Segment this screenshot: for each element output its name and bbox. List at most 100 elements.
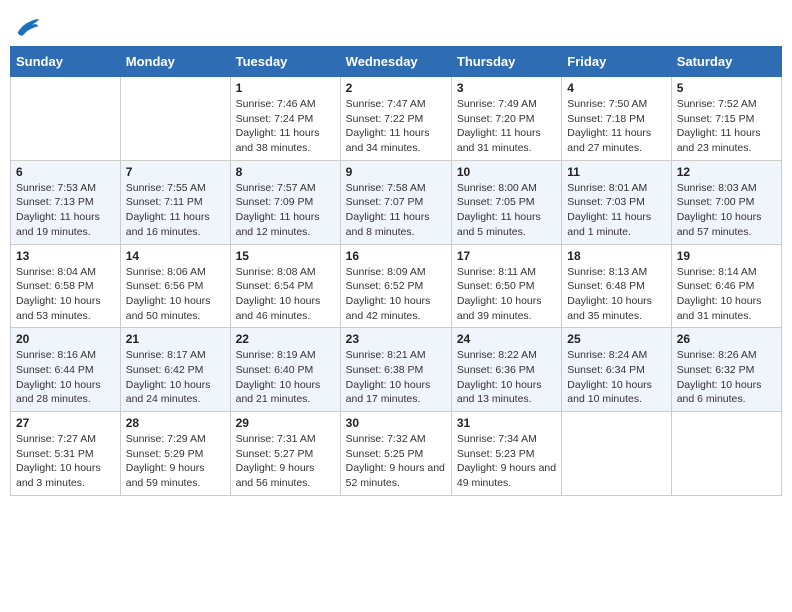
- day-info: Sunrise: 8:08 AM Sunset: 6:54 PM Dayligh…: [236, 265, 335, 324]
- day-info: Sunrise: 8:26 AM Sunset: 6:32 PM Dayligh…: [677, 348, 776, 407]
- day-number: 31: [457, 416, 556, 430]
- day-of-week-header: Saturday: [671, 47, 781, 77]
- day-number: 23: [346, 332, 446, 346]
- day-number: 30: [346, 416, 446, 430]
- day-number: 10: [457, 165, 556, 179]
- calendar-week-row: 20Sunrise: 8:16 AM Sunset: 6:44 PM Dayli…: [11, 328, 782, 412]
- day-number: 2: [346, 81, 446, 95]
- day-info: Sunrise: 7:53 AM Sunset: 7:13 PM Dayligh…: [16, 181, 115, 240]
- logo: [14, 16, 40, 38]
- day-number: 20: [16, 332, 115, 346]
- day-number: 24: [457, 332, 556, 346]
- calendar-day-cell: 6 Sunrise: 7:53 AM Sunset: 7:13 PM Daylig…: [11, 160, 121, 244]
- day-number: 22: [236, 332, 335, 346]
- day-info: Sunrise: 7:32 AM Sunset: 5:25 PM Dayligh…: [346, 432, 446, 491]
- calendar-day-cell: 8Sunrise: 7:57 AM Sunset: 7:09 PM Daylig…: [230, 160, 340, 244]
- calendar-day-cell: 21Sunrise: 8:17 AM Sunset: 6:42 PM Dayli…: [120, 328, 230, 412]
- day-number: 19: [677, 249, 776, 263]
- day-number: 12: [677, 165, 776, 179]
- calendar-day-cell: 5 Sunrise: 7:52 AM Sunset: 7:15 PM Daylig…: [671, 77, 781, 161]
- calendar-day-cell: [671, 412, 781, 496]
- day-number: 28: [126, 416, 225, 430]
- calendar-day-cell: 12 Sunrise: 8:03 AM Sunset: 7:00 PM Dayli…: [671, 160, 781, 244]
- day-number: 13: [16, 249, 115, 263]
- day-info: Sunrise: 8:09 AM Sunset: 6:52 PM Dayligh…: [346, 265, 446, 324]
- calendar-day-cell: [120, 77, 230, 161]
- day-number: 6: [16, 165, 115, 179]
- calendar-day-cell: [11, 77, 121, 161]
- calendar-day-cell: 19 Sunrise: 8:14 AM Sunset: 6:46 PM Dayli…: [671, 244, 781, 328]
- day-number: 8: [236, 165, 335, 179]
- calendar-day-cell: 11 Sunrise: 8:01 AM Sunset: 7:03 PM Dayli…: [562, 160, 671, 244]
- day-number: 9: [346, 165, 446, 179]
- day-info: Sunrise: 7:34 AM Sunset: 5:23 PM Dayligh…: [457, 432, 556, 491]
- day-info: Sunrise: 8:22 AM Sunset: 6:36 PM Dayligh…: [457, 348, 556, 407]
- calendar-day-cell: 31 Sunrise: 7:34 AM Sunset: 5:23 PM Dayli…: [451, 412, 561, 496]
- day-of-week-header: Monday: [120, 47, 230, 77]
- day-info: Sunrise: 8:03 AM Sunset: 7:00 PM Dayligh…: [677, 181, 776, 240]
- calendar-week-row: 1Sunrise: 7:46 AM Sunset: 7:24 PM Daylig…: [11, 77, 782, 161]
- day-number: 5: [677, 81, 776, 95]
- day-number: 14: [126, 249, 225, 263]
- day-info: Sunrise: 7:46 AM Sunset: 7:24 PM Dayligh…: [236, 97, 335, 156]
- day-info: Sunrise: 8:21 AM Sunset: 6:38 PM Dayligh…: [346, 348, 446, 407]
- day-number: 15: [236, 249, 335, 263]
- day-of-week-header: Tuesday: [230, 47, 340, 77]
- day-info: Sunrise: 7:49 AM Sunset: 7:20 PM Dayligh…: [457, 97, 556, 156]
- day-number: 16: [346, 249, 446, 263]
- calendar-day-cell: 25 Sunrise: 8:24 AM Sunset: 6:34 PM Dayli…: [562, 328, 671, 412]
- page-header: [10, 10, 782, 38]
- calendar-day-cell: 3 Sunrise: 7:49 AM Sunset: 7:20 PM Daylig…: [451, 77, 561, 161]
- calendar-day-cell: 17Sunrise: 8:11 AM Sunset: 6:50 PM Dayli…: [451, 244, 561, 328]
- calendar-day-cell: 4Sunrise: 7:50 AM Sunset: 7:18 PM Daylig…: [562, 77, 671, 161]
- day-of-week-header: Sunday: [11, 47, 121, 77]
- calendar-day-cell: 14Sunrise: 8:06 AM Sunset: 6:56 PM Dayli…: [120, 244, 230, 328]
- day-info: Sunrise: 8:14 AM Sunset: 6:46 PM Dayligh…: [677, 265, 776, 324]
- day-info: Sunrise: 7:52 AM Sunset: 7:15 PM Dayligh…: [677, 97, 776, 156]
- day-number: 18: [567, 249, 665, 263]
- calendar-day-cell: 30 Sunrise: 7:32 AM Sunset: 5:25 PM Dayli…: [340, 412, 451, 496]
- calendar-day-cell: 23 Sunrise: 8:21 AM Sunset: 6:38 PM Dayli…: [340, 328, 451, 412]
- day-info: Sunrise: 8:00 AM Sunset: 7:05 PM Dayligh…: [457, 181, 556, 240]
- day-number: 11: [567, 165, 665, 179]
- day-number: 3: [457, 81, 556, 95]
- calendar-day-cell: 28 Sunrise: 7:29 AM Sunset: 5:29 PM Dayli…: [120, 412, 230, 496]
- header-row: SundayMondayTuesdayWednesdayThursdayFrid…: [11, 47, 782, 77]
- day-info: Sunrise: 7:50 AM Sunset: 7:18 PM Dayligh…: [567, 97, 665, 156]
- calendar-day-cell: [562, 412, 671, 496]
- day-info: Sunrise: 7:55 AM Sunset: 7:11 PM Dayligh…: [126, 181, 225, 240]
- calendar-day-cell: 26 Sunrise: 8:26 AM Sunset: 6:32 PM Dayli…: [671, 328, 781, 412]
- calendar-day-cell: 27 Sunrise: 7:27 AM Sunset: 5:31 PM Dayli…: [11, 412, 121, 496]
- calendar-table: SundayMondayTuesdayWednesdayThursdayFrid…: [10, 46, 782, 496]
- day-number: 25: [567, 332, 665, 346]
- calendar-day-cell: 20Sunrise: 8:16 AM Sunset: 6:44 PM Dayli…: [11, 328, 121, 412]
- calendar-day-cell: 10 Sunrise: 8:00 AM Sunset: 7:05 PM Dayli…: [451, 160, 561, 244]
- day-number: 17: [457, 249, 556, 263]
- day-info: Sunrise: 7:29 AM Sunset: 5:29 PM Dayligh…: [126, 432, 225, 491]
- calendar-day-cell: 22Sunrise: 8:19 AM Sunset: 6:40 PM Dayli…: [230, 328, 340, 412]
- day-info: Sunrise: 7:58 AM Sunset: 7:07 PM Dayligh…: [346, 181, 446, 240]
- calendar-day-cell: 9 Sunrise: 7:58 AM Sunset: 7:07 PM Daylig…: [340, 160, 451, 244]
- calendar-day-cell: 1Sunrise: 7:46 AM Sunset: 7:24 PM Daylig…: [230, 77, 340, 161]
- day-number: 27: [16, 416, 115, 430]
- day-info: Sunrise: 7:27 AM Sunset: 5:31 PM Dayligh…: [16, 432, 115, 491]
- day-info: Sunrise: 7:31 AM Sunset: 5:27 PM Dayligh…: [236, 432, 335, 491]
- day-info: Sunrise: 8:24 AM Sunset: 6:34 PM Dayligh…: [567, 348, 665, 407]
- day-of-week-header: Friday: [562, 47, 671, 77]
- calendar-day-cell: 16 Sunrise: 8:09 AM Sunset: 6:52 PM Dayli…: [340, 244, 451, 328]
- calendar-day-cell: 13 Sunrise: 8:04 AM Sunset: 6:58 PM Dayli…: [11, 244, 121, 328]
- day-info: Sunrise: 7:47 AM Sunset: 7:22 PM Dayligh…: [346, 97, 446, 156]
- calendar-week-row: 6 Sunrise: 7:53 AM Sunset: 7:13 PM Daylig…: [11, 160, 782, 244]
- calendar-week-row: 27 Sunrise: 7:27 AM Sunset: 5:31 PM Dayli…: [11, 412, 782, 496]
- calendar-day-cell: 7Sunrise: 7:55 AM Sunset: 7:11 PM Daylig…: [120, 160, 230, 244]
- day-info: Sunrise: 8:13 AM Sunset: 6:48 PM Dayligh…: [567, 265, 665, 324]
- calendar-day-cell: 24 Sunrise: 8:22 AM Sunset: 6:36 PM Dayli…: [451, 328, 561, 412]
- day-info: Sunrise: 8:01 AM Sunset: 7:03 PM Dayligh…: [567, 181, 665, 240]
- calendar-day-cell: 15 Sunrise: 8:08 AM Sunset: 6:54 PM Dayli…: [230, 244, 340, 328]
- page-container: SundayMondayTuesdayWednesdayThursdayFrid…: [10, 10, 782, 496]
- day-number: 29: [236, 416, 335, 430]
- logo-bird-icon: [16, 16, 40, 38]
- day-number: 26: [677, 332, 776, 346]
- day-info: Sunrise: 8:04 AM Sunset: 6:58 PM Dayligh…: [16, 265, 115, 324]
- day-number: 21: [126, 332, 225, 346]
